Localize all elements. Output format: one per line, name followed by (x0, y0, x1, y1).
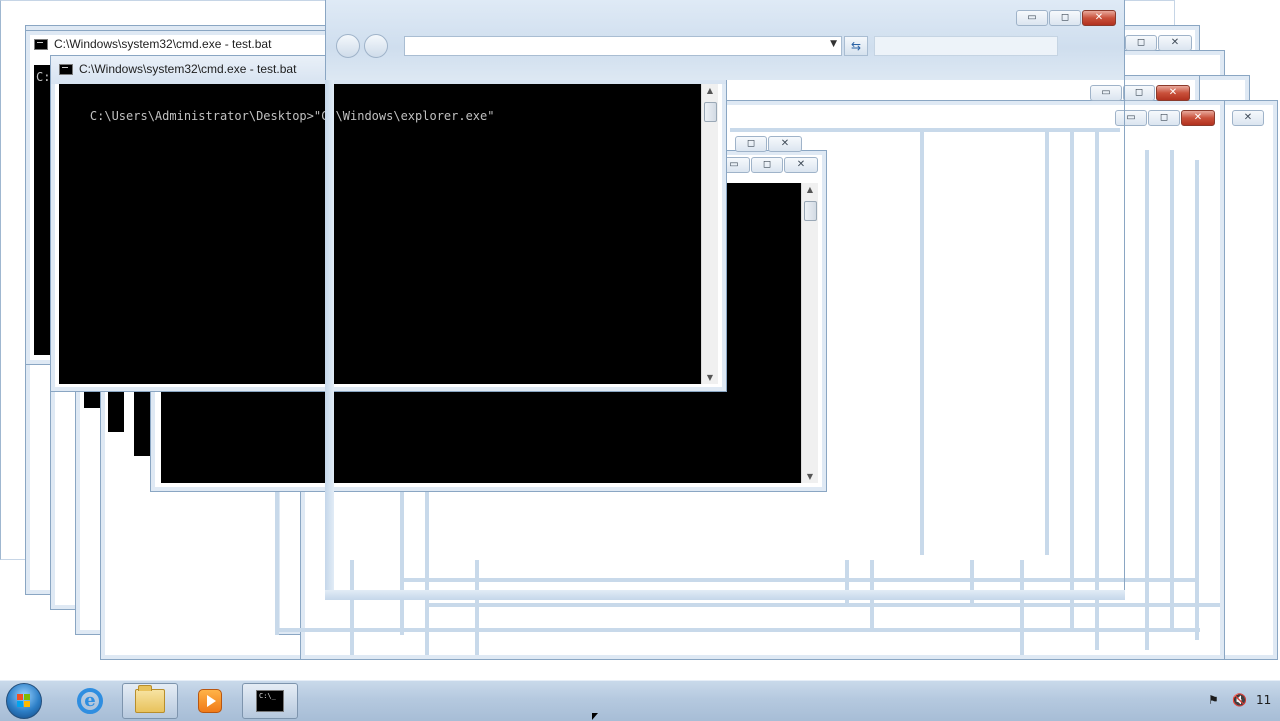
maximize-button[interactable]: ◻ (1125, 35, 1157, 51)
scroll-thumb[interactable] (804, 201, 817, 221)
cmd-back-strip (134, 390, 150, 456)
maximize-button[interactable]: ◻ (1123, 85, 1155, 101)
cmd-back-strip (108, 390, 124, 432)
cmd-window-front[interactable]: C:\Windows\system32\cmd.exe - test.bat ▭… (50, 55, 727, 392)
clock[interactable]: 11 (1256, 693, 1271, 707)
caption-buttons: ▭ ◻ ✕ (718, 157, 818, 173)
maximize-button[interactable]: ◻ (735, 136, 767, 152)
close-button[interactable]: ✕ (1082, 10, 1116, 26)
taskbar-media-player[interactable] (182, 683, 238, 719)
pane-divider (475, 560, 479, 655)
chevron-down-icon[interactable]: ▼ (830, 39, 837, 49)
explorer-caption-buttons: ◻ ✕ (1125, 35, 1192, 51)
close-button[interactable]: ✕ (1232, 110, 1264, 126)
command-prompt-icon: C:\_ (256, 690, 284, 712)
window-title: C:\Windows\system32\cmd.exe - test.bat (54, 37, 272, 51)
pane-divider (1045, 130, 1049, 555)
status-divider (400, 578, 1195, 582)
console-area[interactable]: C:\Users\Administrator\Desktop>"C:\Windo… (59, 84, 701, 384)
windows-logo-icon (17, 694, 31, 708)
scroll-up-icon[interactable]: ▲ (702, 86, 718, 95)
pane-divider (1095, 130, 1099, 650)
maximize-button[interactable]: ◻ (1148, 110, 1180, 126)
forward-button[interactable] (364, 34, 388, 58)
pane-divider (920, 130, 924, 555)
media-player-icon (198, 689, 222, 713)
maximize-button[interactable]: ◻ (751, 157, 783, 173)
taskbar: e C:\_ ⚑ 🔇 11 (0, 680, 1280, 721)
maximize-button[interactable]: ◻ (1049, 10, 1081, 26)
close-button[interactable]: ✕ (784, 157, 818, 173)
scroll-up-icon[interactable]: ▲ (802, 185, 818, 194)
status-divider (730, 128, 1120, 132)
explorer-left-border (325, 80, 334, 600)
status-divider (275, 628, 1200, 632)
search-input[interactable] (874, 36, 1058, 56)
start-button[interactable] (6, 683, 42, 719)
vertical-scrollbar[interactable]: ▲ ▼ (801, 183, 818, 483)
cmd-icon (34, 39, 48, 50)
status-divider (425, 603, 1220, 607)
pane-divider (1070, 130, 1074, 630)
explorer-caption-buttons: ✕ (1232, 110, 1264, 126)
pane-divider (1145, 150, 1149, 650)
volume-muted-icon[interactable]: 🔇 (1232, 693, 1247, 707)
cmd-icon (59, 64, 73, 75)
scroll-down-icon[interactable]: ▼ (802, 472, 818, 481)
pane-divider (1170, 150, 1174, 630)
close-button[interactable]: ✕ (1156, 85, 1190, 101)
refresh-button[interactable]: ⇆ (844, 36, 868, 56)
close-button[interactable]: ✕ (1158, 35, 1192, 51)
pane-divider (350, 560, 354, 655)
vertical-scrollbar[interactable]: ▲ ▼ (701, 84, 718, 384)
console-prompt: C: (36, 70, 51, 84)
scroll-thumb[interactable] (704, 102, 717, 122)
taskbar-internet-explorer[interactable]: e (62, 683, 118, 719)
internet-explorer-icon: e (77, 688, 103, 714)
taskbar-windows-explorer[interactable] (122, 683, 178, 719)
cmd-back-strip (84, 390, 100, 408)
folder-icon (135, 685, 165, 713)
caption-buttons: ▭ ◻ ✕ (1016, 10, 1116, 26)
pane-divider (1195, 160, 1199, 640)
explorer-caption-buttons: ▭ ◻ ✕ (1090, 85, 1190, 101)
mouse-cursor-icon (592, 713, 598, 720)
close-button[interactable]: ✕ (768, 136, 802, 152)
taskbar-command-prompt[interactable]: C:\_ (242, 683, 298, 719)
minimize-button[interactable]: ▭ (1016, 10, 1048, 26)
close-button[interactable]: ✕ (1181, 110, 1215, 126)
explorer-caption-buttons: ▭ ◻ ✕ (1115, 110, 1215, 126)
console-output: C:\Users\Administrator\Desktop>"C:\Windo… (89, 109, 495, 123)
minimize-button[interactable]: ▭ (1115, 110, 1147, 126)
address-bar[interactable]: ▼ (404, 36, 842, 56)
action-center-icon[interactable]: ⚑ (1208, 693, 1219, 707)
pane-divider (1020, 560, 1024, 655)
window-title: C:\Windows\system32\cmd.exe - test.bat (79, 62, 297, 76)
back-button[interactable] (336, 34, 360, 58)
scroll-down-icon[interactable]: ▼ (702, 373, 718, 382)
minimize-button[interactable]: ▭ (1090, 85, 1122, 101)
explorer-bottom-border (325, 590, 1125, 600)
caption-buttons: ◻ ✕ (735, 136, 802, 152)
explorer-header: ▭ ◻ ✕ ▼ ⇆ (326, 0, 1124, 80)
